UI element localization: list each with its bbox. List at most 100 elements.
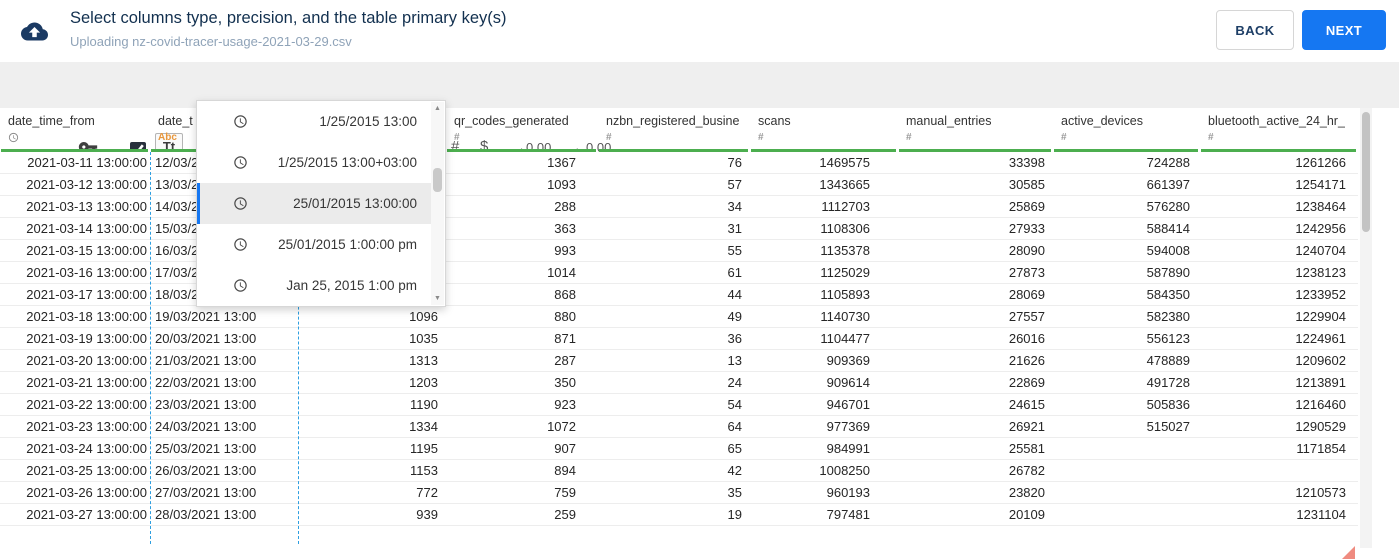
table-cell: 977369 bbox=[826, 419, 870, 434]
table-cell: 1238464 bbox=[1295, 199, 1346, 214]
overflow-indicator bbox=[1342, 546, 1355, 559]
table-cell: 25581 bbox=[1008, 441, 1045, 456]
table-cell: 661397 bbox=[1146, 177, 1190, 192]
table-cell: 36 bbox=[727, 331, 742, 346]
column-type-label: # bbox=[606, 132, 612, 143]
table-cell: 1343665 bbox=[819, 177, 870, 192]
table-cell: 27/03/2021 13:00 bbox=[155, 485, 257, 500]
table-cell: 1008250 bbox=[819, 463, 870, 478]
page-title: Select columns type, precision, and the … bbox=[70, 9, 507, 27]
column-name: scans bbox=[758, 114, 791, 128]
table-cell: 22/03/2021 13:00 bbox=[155, 375, 257, 390]
date-format-option[interactable]: 1/25/2015 13:00 bbox=[197, 101, 432, 142]
table-cell: 20109 bbox=[1008, 507, 1045, 522]
table-cell: 1240704 bbox=[1295, 243, 1346, 258]
table-cell: 2021-03-15 13:00:00 bbox=[26, 243, 147, 258]
clock-icon bbox=[233, 114, 248, 129]
table-cell: 24 bbox=[727, 375, 742, 390]
table-cell: 1104477 bbox=[820, 331, 870, 346]
table-cell: 28069 bbox=[1008, 287, 1045, 302]
table-cell bbox=[1200, 460, 1358, 481]
table-cell: 64 bbox=[727, 419, 742, 434]
dropdown-scrollbar[interactable]: ▲ ▼ bbox=[431, 102, 444, 305]
table-cell: 24/03/2021 13:00 bbox=[155, 419, 257, 434]
next-button[interactable]: NEXT bbox=[1302, 10, 1386, 50]
table-cell bbox=[1053, 482, 1200, 503]
table-cell: 2021-03-24 13:00:00 bbox=[26, 441, 147, 456]
date-format-option[interactable]: 1/25/2015 13:00+03:00 bbox=[197, 142, 432, 183]
column-header-nzbn_registered_busine[interactable]: nzbn_registered_busine # bbox=[598, 108, 750, 152]
table-cell: 1210573 bbox=[1295, 485, 1346, 500]
column-name: qr_codes_generated bbox=[454, 114, 569, 128]
clock-icon bbox=[8, 132, 19, 143]
table-cell: 26/03/2021 13:00 bbox=[155, 463, 257, 478]
table-cell: 1135378 bbox=[820, 243, 870, 258]
column-header-active_devices[interactable]: active_devices # bbox=[1053, 108, 1200, 152]
table-cell: 1216460 bbox=[1295, 397, 1346, 412]
table-cell: 27557 bbox=[1008, 309, 1045, 324]
table-row: 2021-03-27 13:00:00 28/03/2021 13:00 939 25… bbox=[0, 504, 1358, 526]
dropdown-scrollbar-thumb[interactable] bbox=[433, 168, 442, 192]
table-cell: 939 bbox=[416, 507, 438, 522]
scroll-down-arrow-icon[interactable]: ▼ bbox=[431, 292, 444, 305]
column-header-date_time_from[interactable]: date_time_from bbox=[0, 108, 150, 152]
column-header-scans[interactable]: scans # bbox=[750, 108, 898, 152]
table-cell: 2021-03-12 13:00:00 bbox=[26, 177, 147, 192]
date-format-option[interactable]: Jan 25, 2015 1:00 pm bbox=[197, 265, 432, 306]
column-name: date_time_from bbox=[8, 114, 95, 128]
scroll-up-arrow-icon[interactable]: ▲ bbox=[431, 102, 444, 115]
table-row: 2021-03-22 13:00:00 23/03/2021 13:00 1190 9… bbox=[0, 394, 1358, 416]
column-type-label: # bbox=[454, 132, 460, 143]
column-name: bluetooth_active_24_hr_ bbox=[1208, 114, 1345, 128]
table-row: 2021-03-24 13:00:00 25/03/2021 13:00 1195 9… bbox=[0, 438, 1358, 460]
table-cell: 1238123 bbox=[1295, 265, 1346, 280]
table-cell: 2021-03-26 13:00:00 bbox=[26, 485, 147, 500]
vertical-scrollbar[interactable] bbox=[1360, 108, 1372, 548]
table-cell: 556123 bbox=[1146, 331, 1190, 346]
clock-icon bbox=[233, 237, 248, 252]
table-cell: 21626 bbox=[1008, 353, 1045, 368]
clock-icon bbox=[233, 278, 248, 293]
table-cell: 1035 bbox=[409, 331, 438, 346]
table-cell: 491728 bbox=[1146, 375, 1190, 390]
table-row: 2021-03-18 13:00:00 19/03/2021 13:00 1096 8… bbox=[0, 306, 1358, 328]
table-row: 2021-03-20 13:00:00 21/03/2021 13:00 1313 2… bbox=[0, 350, 1358, 372]
clock-icon bbox=[233, 196, 248, 211]
column-type-label: # bbox=[758, 132, 764, 143]
table-cell: 35 bbox=[727, 485, 742, 500]
table-cell: 2021-03-11 13:00:00 bbox=[27, 155, 147, 170]
column-name: active_devices bbox=[1061, 114, 1143, 128]
table-cell: 2021-03-23 13:00:00 bbox=[26, 419, 147, 434]
table-cell: 1190 bbox=[410, 397, 438, 412]
selected-column-left-edge bbox=[150, 152, 151, 544]
column-name: nzbn_registered_busine bbox=[606, 114, 740, 128]
table-cell: 22869 bbox=[1008, 375, 1045, 390]
date-format-label: 25/01/2015 1:00:00 pm bbox=[278, 237, 417, 252]
table-cell: 21/03/2021 13:00 bbox=[155, 353, 257, 368]
table-cell: 993 bbox=[554, 243, 576, 258]
table-cell: 2021-03-18 13:00:00 bbox=[26, 309, 147, 324]
table-cell: 584350 bbox=[1146, 287, 1190, 302]
date-format-label: Jan 25, 2015 1:00 pm bbox=[286, 278, 417, 293]
table-cell: 923 bbox=[554, 397, 576, 412]
column-header-bluetooth_active_24_hr_[interactable]: bluetooth_active_24_hr_ # bbox=[1200, 108, 1358, 152]
date-format-option-list: 1/25/2015 13:00 1/25/2015 13:00+03:00 25/0… bbox=[197, 101, 432, 306]
cloud-upload-icon bbox=[21, 18, 48, 45]
table-cell: 1233952 bbox=[1295, 287, 1346, 302]
table-cell: 1125029 bbox=[820, 265, 870, 280]
table-cell: 1254171 bbox=[1295, 177, 1346, 192]
table-cell bbox=[1053, 504, 1200, 525]
column-type-label: # bbox=[1208, 132, 1214, 143]
table-cell: 2021-03-14 13:00:00 bbox=[26, 221, 147, 236]
date-format-option[interactable]: 25/01/2015 1:00:00 pm bbox=[197, 224, 432, 265]
table-cell: 505836 bbox=[1146, 397, 1190, 412]
column-header-qr_codes_generated[interactable]: qr_codes_generated # bbox=[446, 108, 598, 152]
date-format-option[interactable]: 25/01/2015 13:00:00 bbox=[197, 183, 432, 224]
vertical-scrollbar-thumb[interactable] bbox=[1362, 112, 1370, 232]
table-cell: 2021-03-13 13:00:00 bbox=[26, 199, 147, 214]
table-cell: 1105893 bbox=[820, 287, 870, 302]
table-cell: 724288 bbox=[1146, 155, 1190, 170]
table-cell: 23/03/2021 13:00 bbox=[155, 397, 257, 412]
column-header-manual_entries[interactable]: manual_entries # bbox=[898, 108, 1053, 152]
back-button[interactable]: BACK bbox=[1216, 10, 1294, 50]
